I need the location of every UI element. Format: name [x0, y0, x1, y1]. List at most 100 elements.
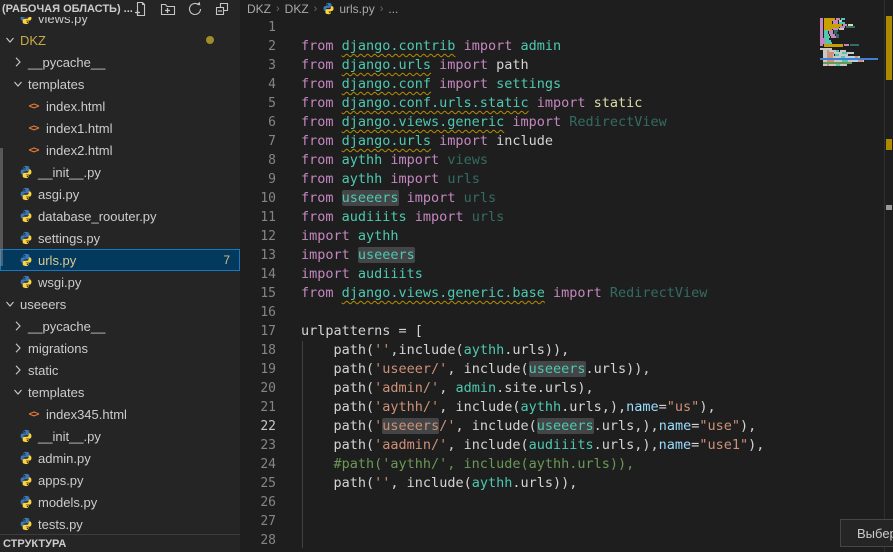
outline-section-header[interactable]: СТРУКТУРА	[0, 534, 240, 552]
code-line-21[interactable]: 21 path('aythh/', include(aythh.urls,),n…	[240, 398, 893, 417]
code-line-6[interactable]: 6 from django.views.generic import Redire…	[240, 113, 893, 132]
tree-item-index2-html[interactable]: <>index2.html	[0, 139, 240, 161]
line-number: 6	[240, 113, 276, 132]
tree-item--init-py[interactable]: __init__.py	[0, 161, 240, 183]
line-content: from django.urls import path	[301, 56, 529, 75]
code-line-18[interactable]: 18 path('',include(aythh.urls)),	[240, 341, 893, 360]
line-content: path('', include(aythh.urls)),	[301, 474, 577, 493]
tree-item-admin-py[interactable]: admin.py	[0, 447, 240, 469]
tree-item-index1-html[interactable]: <>index1.html	[0, 117, 240, 139]
overview-ruler[interactable]	[885, 0, 893, 552]
code-line-16[interactable]: 16	[240, 303, 893, 322]
tree-item-templates[interactable]: templates	[0, 381, 240, 403]
ruler-mark	[886, 205, 892, 210]
tree-item-database-roouter-py[interactable]: database_roouter.py	[0, 205, 240, 227]
line-number: 9	[240, 170, 276, 189]
explorer-section-header: (РАБОЧАЯ ОБЛАСТЬ) ...	[0, 0, 240, 17]
minimap-line-fragment	[840, 64, 846, 66]
code-line-1[interactable]: 1	[240, 18, 893, 37]
line-number: 18	[240, 341, 276, 360]
editor-pane: DKZ › DKZ › urls.py › ... 12from django.…	[240, 0, 893, 552]
tree-item-templates[interactable]: templates	[0, 73, 240, 95]
code-line-11[interactable]: 11from audiiits import urls	[240, 208, 893, 227]
code-line-23[interactable]: 23 path('aadmin/', include(audiiits.urls…	[240, 436, 893, 455]
code-line-10[interactable]: 10from useeers import urls	[240, 189, 893, 208]
tree-item-dkz[interactable]: DKZ	[0, 29, 240, 51]
line-number: 3	[240, 56, 276, 75]
python-icon	[18, 473, 33, 488]
line-content: from django.views.generic import Redirec…	[301, 113, 667, 132]
line-number: 28	[240, 531, 276, 550]
minimap-line-fragment	[850, 44, 859, 46]
new-file-icon[interactable]	[133, 1, 149, 17]
tree-item-label: asgi.py	[38, 187, 79, 202]
code-line-17[interactable]: 17urlpatterns = [	[240, 322, 893, 341]
tree-item--pycache-[interactable]: __pycache__	[0, 51, 240, 73]
line-number: 23	[240, 436, 276, 455]
tree-item--init-py[interactable]: __init__.py	[0, 425, 240, 447]
tree-item--pycache-[interactable]: __pycache__	[0, 315, 240, 337]
minimap-line-fragment	[846, 26, 855, 28]
new-folder-icon[interactable]	[160, 1, 176, 17]
line-number: 5	[240, 94, 276, 113]
code-line-8[interactable]: 8from aythh import views	[240, 151, 893, 170]
minimap-line-fragment	[844, 44, 849, 46]
html-icon: <>	[26, 99, 41, 114]
tree-item-static[interactable]: static	[0, 359, 240, 381]
code-line-2[interactable]: 2from django.contrib import admin	[240, 37, 893, 56]
tree-item-wsgi-py[interactable]: wsgi.py	[0, 271, 240, 293]
tree-item-asgi-py[interactable]: asgi.py	[0, 183, 240, 205]
code-line-12[interactable]: 12import aythh	[240, 227, 893, 246]
collapse-all-icon[interactable]	[214, 1, 230, 17]
minimap-line-fragment	[824, 44, 844, 47]
tree-item-tests-py[interactable]: tests.py	[0, 513, 240, 535]
python-icon	[18, 429, 33, 444]
line-content: from django.conf import settings	[301, 75, 561, 94]
tree-item-label: __init__.py	[38, 429, 101, 444]
line-content: #path('aythh/', include(aythh.urls)),	[301, 455, 634, 474]
code-line-14[interactable]: 14import audiiits	[240, 265, 893, 284]
chevron-right-icon	[12, 342, 24, 354]
tree-item-label: useeers	[20, 297, 66, 312]
code-line-9[interactable]: 9from aythh import urls	[240, 170, 893, 189]
code-line-19[interactable]: 19 path('useeer/', include(useeers.urls)…	[240, 360, 893, 379]
line-number: 21	[240, 398, 276, 417]
code-line-3[interactable]: 3 from django.urls import path	[240, 56, 893, 75]
code-line-27[interactable]: 27	[240, 512, 893, 531]
line-number: 19	[240, 360, 276, 379]
eol-tooltip-text: Выберите последовательность конца строки	[857, 526, 893, 541]
minimap-line-fragment	[829, 64, 837, 66]
tree-item-label: settings.py	[38, 231, 100, 246]
tree-item-useeers[interactable]: useeers	[0, 293, 240, 315]
sidebar-scrollbar[interactable]	[0, 148, 3, 266]
tree-item-migrations[interactable]: migrations	[0, 337, 240, 359]
vscode-window: views.pyDKZ__pycache__templates<>index.h…	[0, 0, 893, 552]
tree-item-urls-py[interactable]: urls.py7	[0, 249, 240, 271]
python-icon	[18, 495, 33, 510]
code-line-28[interactable]: 28	[240, 531, 893, 550]
code-line-20[interactable]: 20 path('admin/', admin.site.urls),	[240, 379, 893, 398]
tree-item-label: database_roouter.py	[38, 209, 157, 224]
code-line-24[interactable]: 24 #path('aythh/', include(aythh.urls)),	[240, 455, 893, 474]
tree-item-settings-py[interactable]: settings.py	[0, 227, 240, 249]
code-line-5[interactable]: 5from django.conf.urls.static import sta…	[240, 94, 893, 113]
code-line-26[interactable]: 26	[240, 493, 893, 512]
minimap[interactable]	[820, 0, 884, 552]
line-number: 25	[240, 474, 276, 493]
tree-item-apps-py[interactable]: apps.py	[0, 469, 240, 491]
tree-item-models-py[interactable]: models.py	[0, 491, 240, 513]
line-number: 20	[240, 379, 276, 398]
code-line-22[interactable]: 22 path('useeers/', include(useeers.urls…	[240, 417, 893, 436]
tree-item-index345-html[interactable]: <>index345.html	[0, 403, 240, 425]
line-number: 2	[240, 37, 276, 56]
code-line-15[interactable]: 15from django.views.generic.base import …	[240, 284, 893, 303]
code-area[interactable]: 12from django.contrib import admin3 from …	[240, 0, 893, 552]
code-line-4[interactable]: 4from django.conf import settings	[240, 75, 893, 94]
line-number: 27	[240, 512, 276, 531]
code-line-7[interactable]: 7from django.urls import include	[240, 132, 893, 151]
code-line-13[interactable]: 13import useeers	[240, 246, 893, 265]
tree-item-index-html[interactable]: <>index.html	[0, 95, 240, 117]
refresh-icon[interactable]	[187, 1, 203, 17]
code-line-25[interactable]: 25 path('', include(aythh.urls)),	[240, 474, 893, 493]
tree-item-label: __init__.py	[38, 165, 101, 180]
